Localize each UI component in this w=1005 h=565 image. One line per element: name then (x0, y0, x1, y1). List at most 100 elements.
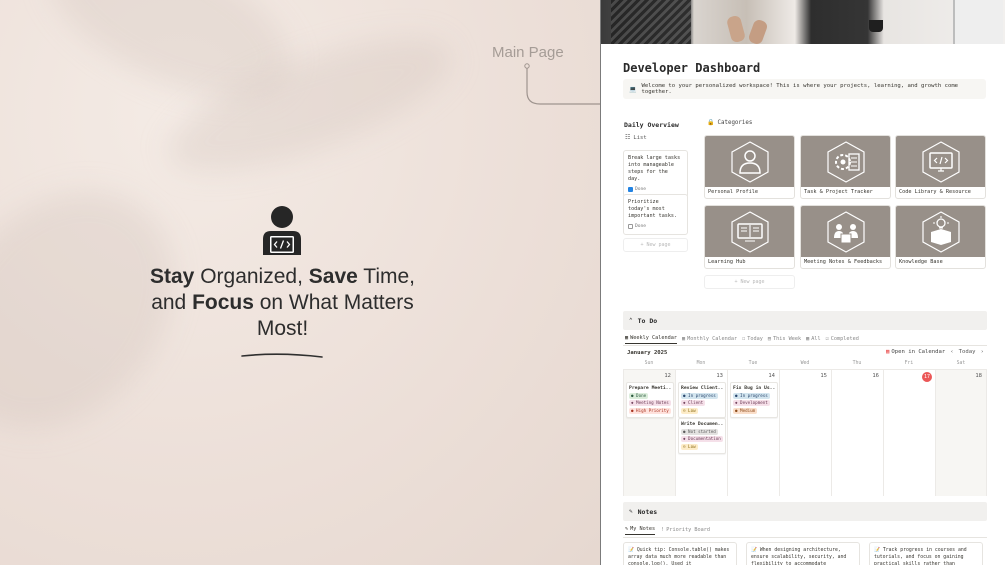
calendar-event[interactable]: Fix Bug in Us... ● In progress ◆ Develop… (730, 382, 778, 418)
calendar-day[interactable]: 12 Prepare Meeti... ● Done ◆ Meeting Not… (623, 369, 675, 496)
todo-view-tabs: ▦ Weekly Calendar ▦ Monthly Calendar ☐ Toda… (625, 335, 859, 344)
status-badge: ● Not started (681, 428, 718, 435)
underline-squiggle (241, 353, 323, 358)
note-icon: 📝 (628, 548, 634, 553)
category-card-task-tracker[interactable]: Task & Project Tracker (800, 135, 891, 199)
day-number: 16 (872, 373, 879, 379)
day-number: 14 (768, 373, 775, 379)
new-page-button[interactable]: + New page (704, 275, 795, 289)
connector-line (524, 63, 600, 105)
tab-my-notes[interactable]: ✎ My Notes (625, 526, 656, 535)
exclamation-icon: ! (661, 526, 665, 533)
todo-title: To Do (637, 316, 658, 325)
calendar-event[interactable]: Write Documen... ● Not started ◆ Documen… (678, 418, 726, 454)
event-title: Write Documen... (681, 422, 723, 427)
promo-headline: Stay Organized, Save Time, and Focus on … (130, 264, 435, 342)
weekday-label: Fri (904, 361, 914, 366)
chevron-left-icon[interactable]: ‹ (950, 349, 953, 355)
weekday-label: Thu (852, 361, 862, 366)
note-card[interactable]: 📝 Quick tip: Console.table() makes array… (623, 542, 737, 565)
todo-section-header[interactable]: ⌃ To Do (623, 311, 987, 330)
category-card-learning-hub[interactable]: Learning Hub (704, 205, 795, 269)
category-card-personal-profile[interactable]: Personal Profile (704, 135, 795, 199)
status-badge: ● Done (629, 392, 649, 399)
task-status-label: Done (635, 187, 647, 192)
category-label: Code Library & Resource (899, 189, 971, 195)
chevron-right-icon[interactable]: › (980, 349, 983, 355)
notes-view-tabs: ✎ My Notes ! Priority Board (625, 526, 710, 535)
tab-label: All (811, 335, 821, 342)
hand-graphic (725, 14, 747, 44)
categories-title: 🔒 Categories (707, 119, 752, 126)
divider (623, 345, 987, 346)
category-label: Task & Project Tracker (804, 189, 873, 195)
category-card-meeting-notes[interactable]: Meeting Notes & Feedbacks (800, 205, 891, 269)
tab-completed[interactable]: ☑ Completed (826, 335, 859, 344)
calendar-day[interactable]: 13 Review Client... ● In progress ◆ Clie… (675, 369, 727, 496)
calendar-day[interactable]: 14 Fix Bug in Us... ● In progress ◆ Deve… (727, 369, 779, 496)
notes-title: Notes (637, 507, 658, 516)
category-label: Meeting Notes & Feedbacks (804, 259, 883, 265)
calendar-day[interactable]: 18 (935, 369, 987, 496)
task-status-label: Done (635, 224, 647, 229)
developer-icon (263, 206, 301, 255)
tab-label: Priority Board (666, 526, 710, 533)
tab-priority-board[interactable]: ! Priority Board (661, 526, 710, 535)
meeting-icon (826, 210, 865, 253)
cover-image (601, 0, 1005, 46)
category-card-code-library[interactable]: Code Library & Resource (895, 135, 986, 199)
task-card[interactable]: Prioritize today's most important tasks.… (623, 194, 688, 235)
category-badge: ◆ Development (733, 400, 770, 406)
today-button[interactable]: Today (959, 349, 976, 355)
headline-text: Organized, (194, 265, 309, 288)
category-badge: ◆ Documentation (681, 436, 723, 442)
task-text: Break large tasks into manageable steps … (628, 155, 681, 182)
tab-all[interactable]: ▦ All (806, 335, 821, 344)
checkbox[interactable] (628, 224, 633, 229)
calendar-controls: ▦ Open in Calendar ‹ Today › (886, 349, 984, 355)
tab-this-week[interactable]: ▤ This Week (768, 335, 801, 344)
tab-today[interactable]: ☐ Today (742, 335, 763, 344)
calendar-event[interactable]: Prepare Meeti... ● Done ◆ Meeting Notes … (626, 382, 674, 418)
weekday-label: Sat (956, 361, 966, 366)
task-card[interactable]: Break large tasks into manageable steps … (623, 150, 688, 198)
tab-label: Monthly Calendar (687, 335, 738, 342)
notion-page: Developer Dashboard 💻 Welcome to your pe… (600, 0, 1005, 565)
calendar-grid: Sun Mon Tue Wed Thu Fri Sat 12 Prepare M… (623, 361, 987, 497)
page-title: Developer Dashboard (623, 61, 761, 75)
categories-label: Categories (717, 119, 753, 126)
calendar-icon: ▦ (681, 335, 686, 342)
laptop-graphic (953, 0, 1003, 44)
lightbulb-box-icon (921, 210, 960, 253)
tab-weekly-calendar[interactable]: ▦ Weekly Calendar (625, 335, 677, 344)
square-icon: ☐ (742, 335, 746, 342)
calendar-day[interactable]: 17 (883, 369, 935, 496)
list-view-label: List (633, 134, 647, 141)
open-in-calendar-button[interactable]: ▦ Open in Calendar (886, 349, 945, 355)
tab-label: Today (747, 335, 763, 342)
checkbox[interactable] (628, 187, 633, 192)
note-card[interactable]: 📝 Track progress in courses and tutorial… (869, 542, 983, 565)
note-card[interactable]: 📝 When designing architecture, ensure sc… (746, 542, 860, 565)
list-view-tab[interactable]: ☷ List (625, 134, 647, 141)
status-badge: ● In progress (733, 392, 770, 399)
new-page-button[interactable]: + New page (623, 238, 688, 252)
weekday-label: Tue (748, 361, 758, 366)
task-status: Done (628, 186, 683, 193)
category-card-knowledge-base[interactable]: Knowledge Base (895, 205, 986, 269)
tab-monthly-calendar[interactable]: ▦ Monthly Calendar (682, 335, 737, 344)
category-label: Learning Hub (708, 259, 746, 265)
calendar-day[interactable]: 16 (831, 369, 883, 496)
calendar-event[interactable]: Review Client... ● In progress ◆ Client … (678, 382, 726, 418)
event-title: Prepare Meeti... (629, 386, 671, 391)
list-icon: ☷ (625, 134, 631, 141)
calendar-day[interactable]: 15 (779, 369, 831, 496)
welcome-callout: 💻 Welcome to your personalized workspace… (623, 79, 986, 99)
event-title: Fix Bug in Us... (733, 386, 775, 391)
tab-label: Weekly Calendar (630, 335, 677, 341)
day-number: 18 (975, 373, 982, 379)
welcome-text: Welcome to your personalized workspace! … (641, 83, 959, 95)
category-badge: ◆ Meeting Notes (629, 400, 671, 406)
calendar-icon: ▦ (625, 335, 629, 341)
notes-section-header[interactable]: ✎ Notes (623, 502, 987, 521)
